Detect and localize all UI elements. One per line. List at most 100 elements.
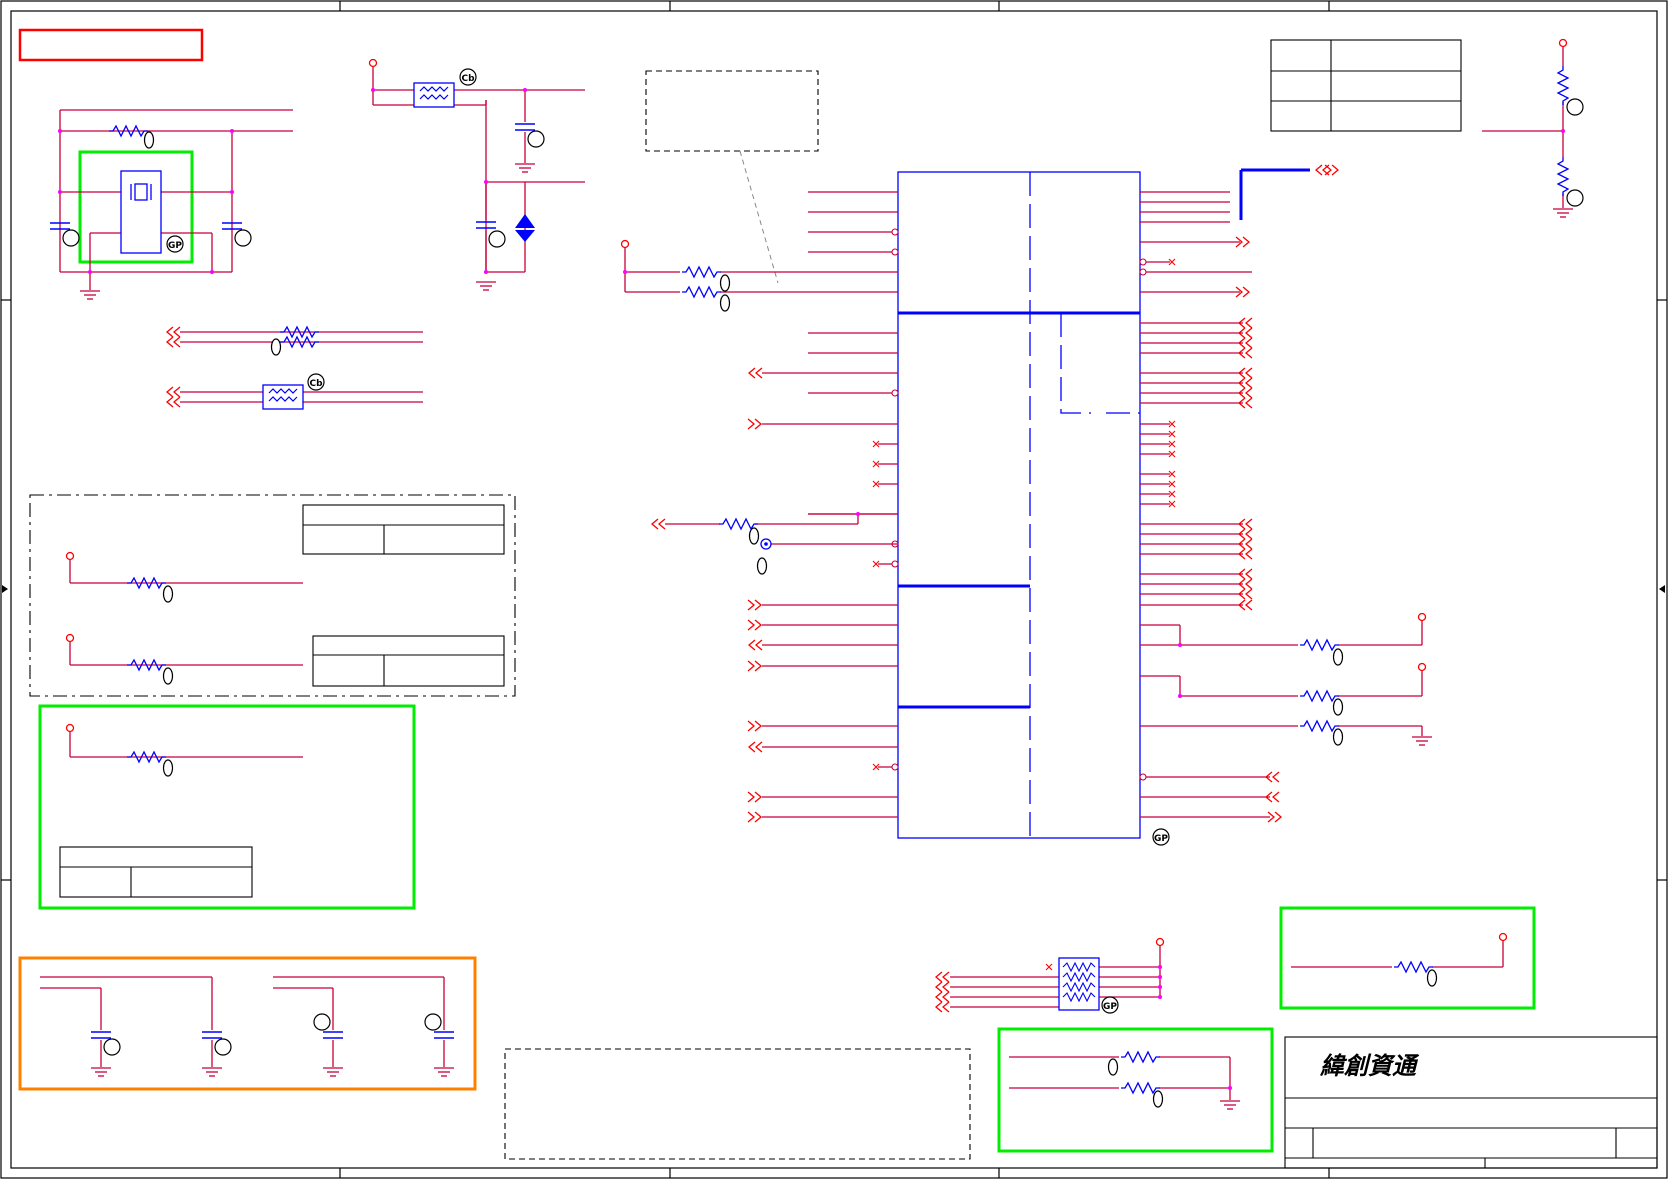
ic-right-pins xyxy=(1140,191,1270,818)
ground-icon xyxy=(433,1067,455,1077)
ferrite-bead-icon xyxy=(262,384,304,410)
resistor-array-nets xyxy=(950,945,1161,1008)
resistor-icon xyxy=(1557,156,1569,197)
ground-icon xyxy=(201,1067,223,1077)
ground-icon xyxy=(514,163,536,173)
offpage-port-icon xyxy=(935,991,950,1003)
power-rail-icon xyxy=(1558,38,1568,48)
ic-left-pins xyxy=(762,191,898,818)
strap-pullup-net xyxy=(69,731,303,758)
offpage-port-icon xyxy=(747,791,762,803)
tag-icon xyxy=(748,527,760,545)
resistor-divider-top-right xyxy=(1482,47,1564,208)
company-logo-text: 緯創資通 xyxy=(1319,1051,1420,1080)
resistor-array-icon xyxy=(1058,957,1100,1011)
tag-icon xyxy=(1152,1090,1164,1108)
offpage-port-icon xyxy=(166,326,181,338)
red-highlight-box xyxy=(18,28,204,62)
test-point-icon xyxy=(760,538,772,550)
tag-icon xyxy=(424,1013,442,1031)
offpage-port-icon xyxy=(747,599,762,611)
pin-bubble xyxy=(891,389,899,397)
right-pullup-net xyxy=(1291,940,1504,968)
gp-tag-crystal: GP xyxy=(168,241,182,251)
resistor-icon xyxy=(1120,1082,1161,1094)
resistor-icon xyxy=(1299,720,1340,732)
offpage-port-icon xyxy=(166,336,181,348)
power-rail-icon xyxy=(1498,932,1508,942)
green-box-strap xyxy=(38,704,416,910)
tag-icon xyxy=(214,1038,232,1056)
power-rail-icon xyxy=(368,58,378,68)
tag-icon xyxy=(103,1038,121,1056)
strap-table-3 xyxy=(59,846,253,898)
pin-bubble xyxy=(891,560,899,568)
resistor-icon xyxy=(1557,65,1569,106)
tag-icon xyxy=(527,130,545,148)
crystal-icon xyxy=(120,170,162,254)
ic-right-pullups xyxy=(1140,620,1423,736)
tag-icon xyxy=(1332,648,1344,666)
offpage-port-icon xyxy=(748,741,763,753)
capacitor-icon xyxy=(201,1031,223,1039)
ground-icon xyxy=(90,1067,112,1077)
resistor-icon xyxy=(1120,1051,1161,1063)
strap-option-nets xyxy=(69,560,303,666)
offpage-port-icon xyxy=(935,971,950,983)
offpage-port-icon xyxy=(747,418,762,430)
schematic-sheet: GP Cb Cb GP GP 緯創資通 xyxy=(0,0,1668,1179)
frame-arrow-right xyxy=(1659,585,1665,593)
sheet-frame xyxy=(0,0,1668,1179)
green-box-bottom-divider xyxy=(997,1027,1274,1153)
strap-table-1 xyxy=(302,504,505,555)
gp-tag-ic: GP xyxy=(1154,834,1168,844)
pin-bubble xyxy=(891,228,899,236)
tag-icon xyxy=(719,294,731,312)
tag-icon xyxy=(313,1013,331,1031)
tag-icon xyxy=(1566,98,1584,116)
offpage-port-icon xyxy=(748,639,763,651)
main-ic-body xyxy=(897,171,1141,839)
no-connect-icon xyxy=(1045,963,1053,971)
output-bus xyxy=(1239,168,1310,220)
offpage-port-icon xyxy=(166,396,181,408)
power-filter xyxy=(372,66,585,273)
note-box-bottom xyxy=(504,1048,971,1160)
power-rail-icon xyxy=(1155,937,1165,947)
pin-bubble xyxy=(891,248,899,256)
pin-bubble xyxy=(891,763,899,771)
capacitor-icon xyxy=(90,1031,112,1039)
resistor-icon xyxy=(681,286,722,298)
tag-icon xyxy=(234,229,252,247)
frame-arrow-left xyxy=(2,585,8,593)
note-leader xyxy=(739,150,779,284)
cb-tag-left: Cb xyxy=(309,379,323,389)
offpage-port-icon xyxy=(935,981,950,993)
tag-icon xyxy=(756,557,768,575)
power-rail-icon xyxy=(65,551,75,561)
ground-icon xyxy=(1219,1100,1241,1110)
tag-icon xyxy=(270,338,282,356)
pin-bubble xyxy=(1139,258,1147,266)
tag-icon xyxy=(62,229,80,247)
power-rail-icon xyxy=(65,723,75,733)
pin-bubble xyxy=(1139,773,1147,781)
power-rail-icon xyxy=(1417,612,1427,622)
ic-input-resistor-pair xyxy=(624,247,898,293)
tvs-diode-icon xyxy=(515,214,535,242)
resistor-icon xyxy=(718,518,759,530)
offpage-port-icon xyxy=(935,1001,950,1013)
tag-icon xyxy=(1107,1058,1119,1076)
bottom-divider-net xyxy=(1009,1056,1231,1100)
capacitor-icon xyxy=(322,1031,344,1039)
ic-pin-symbols xyxy=(747,228,1282,823)
capacitor-icon xyxy=(433,1031,455,1039)
offpage-port-icon xyxy=(747,720,762,732)
offpage-port-icon xyxy=(747,619,762,631)
tag-icon xyxy=(1332,728,1344,746)
cb-tag-filter: Cb xyxy=(461,74,475,84)
config-table-top-right xyxy=(1270,39,1462,132)
tag-icon xyxy=(1332,698,1344,716)
resistor-icon xyxy=(1299,639,1340,651)
resistor-icon xyxy=(1299,690,1340,702)
